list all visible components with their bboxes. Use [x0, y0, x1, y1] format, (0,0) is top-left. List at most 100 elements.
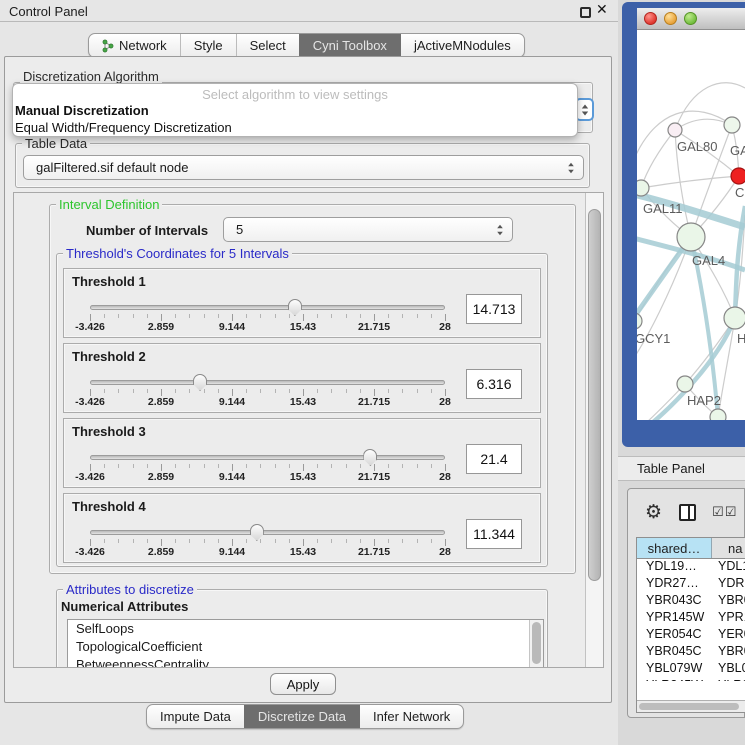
node-table[interactable]: shared… na YDL19…YDL1 YDR27…YDR2 YBR043C…	[636, 537, 745, 713]
table-row[interactable]: YER054CYER0	[637, 627, 745, 644]
slider-minor-tick	[104, 464, 105, 468]
slider-major-tick	[303, 389, 304, 396]
list-scrollbar[interactable]	[529, 620, 543, 668]
network-node[interactable]	[710, 409, 726, 420]
tab-discretize-data[interactable]: Discretize Data	[244, 705, 359, 728]
settings-vertical-scrollbar[interactable]	[585, 193, 603, 667]
select-columns-icon[interactable]: ☑☑	[712, 505, 737, 520]
slider-major-tick	[90, 464, 91, 471]
threshold-3-slider[interactable]: -3.4262.8599.14415.4321.71528	[90, 447, 445, 483]
cell[interactable]: YDR2	[712, 576, 745, 593]
slider-minor-tick	[218, 314, 219, 318]
close-traffic-light-icon[interactable]	[644, 12, 657, 25]
cell[interactable]: YBL079W	[637, 661, 712, 678]
network-edge[interactable]	[641, 130, 675, 188]
network-edge-thick[interactable]	[637, 237, 691, 324]
cell[interactable]: YDL1	[712, 559, 745, 576]
slider-minor-tick	[260, 464, 261, 468]
table-row[interactable]: YPR145WYPR1	[637, 610, 745, 627]
cell[interactable]: YBL0	[712, 661, 745, 678]
tab-infer-network[interactable]: Infer Network	[359, 705, 463, 728]
tab-style-label: Style	[194, 38, 223, 53]
cell[interactable]: YPR1	[712, 610, 745, 627]
slider-minor-tick	[147, 539, 148, 543]
numerical-attributes-list[interactable]: SelfLoops TopologicalCoefficient Between…	[67, 619, 544, 668]
close-icon[interactable]: ✕	[596, 2, 608, 18]
combo-stepper-icon	[563, 162, 579, 174]
cell[interactable]: YLR345W	[637, 678, 712, 681]
tab-select[interactable]: Select	[236, 34, 299, 57]
slider-minor-tick	[218, 464, 219, 468]
tab-cyni-toolbox[interactable]: Cyni Toolbox	[299, 34, 400, 57]
table-row[interactable]: YLR345WYLR3	[637, 678, 745, 681]
network-node[interactable]	[677, 376, 693, 392]
column-header-shared-name[interactable]: shared…	[637, 538, 712, 558]
algorithm-option-manual[interactable]: Manual Discretization	[13, 102, 577, 119]
list-item[interactable]: SelfLoops	[68, 620, 543, 638]
slider-minor-tick	[317, 314, 318, 318]
slider-track[interactable]	[90, 380, 445, 385]
scrollbar-thumb[interactable]	[639, 703, 739, 710]
network-node[interactable]	[724, 117, 740, 133]
bottom-tabstrip: Impute Data Discretize Data Infer Networ…	[146, 704, 464, 729]
slider-track[interactable]	[90, 305, 445, 310]
tab-style[interactable]: Style	[180, 34, 236, 57]
table-row[interactable]: YBR043CYBR0	[637, 593, 745, 610]
zoom-traffic-light-icon[interactable]	[684, 12, 697, 25]
minimize-traffic-light-icon[interactable]	[664, 12, 677, 25]
threshold-4-slider[interactable]: -3.4262.8599.14415.4321.71528	[90, 522, 445, 558]
apply-button[interactable]: Apply	[270, 673, 336, 695]
cell[interactable]: YBR045C	[637, 644, 712, 661]
slider-track[interactable]	[90, 530, 445, 535]
gear-icon[interactable]: ⚙	[645, 503, 662, 522]
list-item[interactable]: BetweennessCentrality	[68, 656, 543, 668]
table-horizontal-scrollbar[interactable]	[637, 700, 745, 712]
network-node[interactable]	[677, 223, 705, 251]
slider-minor-tick	[260, 389, 261, 393]
slider-minor-tick	[317, 539, 318, 543]
cell[interactable]: YPR145W	[637, 610, 712, 627]
cell[interactable]: YER0	[712, 627, 745, 644]
cell[interactable]: YER054C	[637, 627, 712, 644]
table-row[interactable]: YDL19…YDL1	[637, 559, 745, 576]
table-row[interactable]: YDR27…YDR2	[637, 576, 745, 593]
network-node[interactable]	[637, 313, 642, 329]
network-node[interactable]	[668, 123, 682, 137]
number-of-intervals-combo[interactable]: 5	[223, 217, 513, 242]
cell[interactable]: YBR0	[712, 644, 745, 661]
tab-jactivemnodules[interactable]: jActiveMNodules	[400, 34, 524, 57]
table-data-combo[interactable]: galFiltered.sif default node	[23, 155, 584, 180]
threshold-2-value-field[interactable]	[466, 369, 522, 399]
tab-impute-data[interactable]: Impute Data	[147, 705, 244, 728]
network-canvas[interactable]: GAL80GACGAL11GAL4GCY1HHAP2	[637, 30, 745, 420]
threshold-1-value-field[interactable]	[466, 294, 522, 324]
network-window-titlebar[interactable]	[637, 8, 745, 30]
cell[interactable]: YDR27…	[637, 576, 712, 593]
slider-major-tick	[161, 539, 162, 546]
tab-network[interactable]: Network	[89, 34, 180, 57]
algorithm-option-equal-width[interactable]: Equal Width/Frequency Discretization	[13, 119, 577, 136]
cell[interactable]: YBR0	[712, 593, 745, 610]
cell[interactable]: YBR043C	[637, 593, 712, 610]
table-data-combo-value: galFiltered.sif default node	[24, 160, 563, 175]
slider-minor-tick	[118, 539, 119, 543]
table-row[interactable]: YBR045CYBR0	[637, 644, 745, 661]
network-edge[interactable]	[641, 176, 739, 188]
threshold-4-value-field[interactable]	[466, 519, 522, 549]
network-node[interactable]	[637, 180, 649, 196]
scrollbar-thumb[interactable]	[588, 209, 601, 581]
column-header-name[interactable]: na	[712, 538, 745, 558]
table-row[interactable]: YBL079WYBL0	[637, 661, 745, 678]
float-window-icon[interactable]	[580, 7, 591, 18]
algorithm-placeholder-option[interactable]: Select algorithm to view settings	[13, 87, 577, 102]
column-layout-icon[interactable]	[679, 504, 696, 521]
network-node[interactable]	[731, 168, 745, 184]
slider-track[interactable]	[90, 455, 445, 460]
cell[interactable]: YLR3	[712, 678, 745, 681]
threshold-1-slider[interactable]: -3.4262.8599.14415.4321.71528	[90, 297, 445, 333]
threshold-3-value-field[interactable]	[466, 444, 522, 474]
network-node[interactable]	[724, 307, 745, 329]
cell[interactable]: YDL19…	[637, 559, 712, 576]
list-item[interactable]: TopologicalCoefficient	[68, 638, 543, 656]
threshold-2-slider[interactable]: -3.4262.8599.14415.4321.71528	[90, 372, 445, 408]
